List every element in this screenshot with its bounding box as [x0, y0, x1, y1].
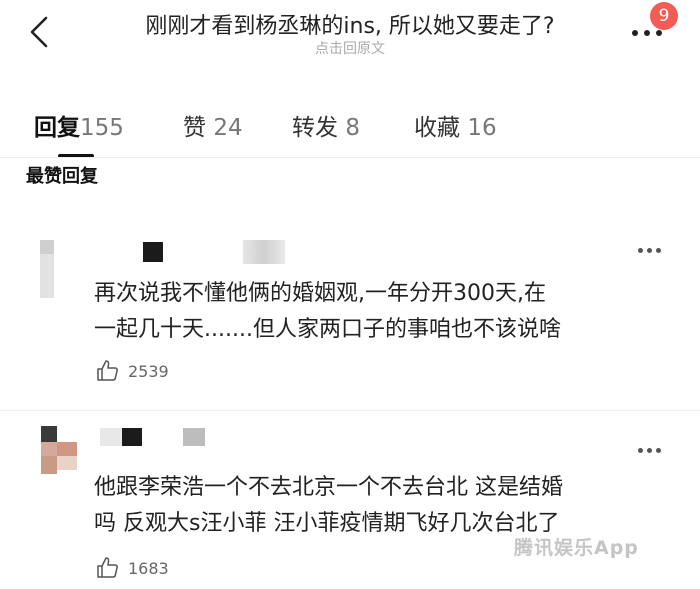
tab-count: 24	[213, 115, 243, 141]
chevron-left-icon	[30, 16, 48, 48]
page-title[interactable]: 刚刚才看到杨丞琳的ins, 所以她又要走了?	[60, 8, 640, 40]
comment-line: 再次说我不懂他俩的婚姻观,一年分开300天,在	[94, 281, 546, 306]
username-mask	[243, 240, 285, 264]
avatar-pixel	[57, 442, 77, 456]
notification-badge[interactable]: 9	[650, 2, 678, 30]
comment-line: 他跟李荣浩一个不去北京一个不去台北 这是结婚	[94, 475, 563, 500]
tab-count: 155	[80, 115, 124, 141]
tab-label: 收藏	[414, 115, 460, 141]
tab-label: 转发	[292, 115, 338, 141]
tab-bar: 回复155 赞 24 转发 8 收藏 16	[0, 100, 700, 156]
username-mask	[183, 428, 205, 446]
more-dot-icon	[656, 30, 662, 36]
tab-label: 赞	[183, 115, 206, 141]
tab-label: 回复	[34, 115, 80, 141]
more-dot-icon	[647, 248, 652, 253]
avatar-pixel	[40, 240, 54, 254]
thumbs-up-icon	[97, 557, 118, 578]
tab-count: 8	[345, 115, 360, 141]
avatar[interactable]	[30, 424, 86, 484]
more-dot-icon	[656, 248, 661, 253]
like-count: 2539	[128, 361, 169, 381]
section-title: 最赞回复	[26, 166, 98, 187]
back-button[interactable]	[22, 12, 62, 52]
more-dot-icon	[644, 30, 650, 36]
divider	[0, 410, 700, 411]
avatar-pixel	[40, 254, 54, 298]
username-mask	[100, 428, 122, 446]
avatar[interactable]	[30, 240, 86, 300]
watermark: 腾讯娱乐App	[514, 537, 639, 559]
divider	[0, 157, 700, 158]
avatar-pixel	[41, 442, 57, 456]
avatar-pixel	[41, 456, 57, 474]
tab-replies[interactable]: 回复155	[34, 108, 124, 142]
more-dot-icon	[647, 448, 652, 453]
avatar-pixel	[57, 456, 77, 470]
tab-favorites[interactable]: 收藏 16	[414, 108, 497, 142]
tab-reposts[interactable]: 转发 8	[292, 108, 360, 142]
more-dot-icon	[638, 448, 643, 453]
view-original-link[interactable]: 点击回原文	[60, 38, 640, 58]
comment-more-button[interactable]	[636, 446, 666, 456]
like-button[interactable]: 2539	[96, 358, 169, 384]
comment-line: 一起几十天.......但人家两口子的事咱也不该说啥	[94, 317, 561, 342]
comment-more-button[interactable]	[636, 246, 666, 256]
like-count: 1683	[128, 558, 169, 578]
username-mask[interactable]	[122, 428, 142, 446]
username-mask[interactable]	[143, 242, 163, 262]
avatar-pixel	[41, 426, 57, 442]
top-bar: 刚刚才看到杨丞琳的ins, 所以她又要走了? 点击回原文 9	[0, 0, 700, 70]
tab-count: 16	[467, 115, 497, 141]
tab-likes[interactable]: 赞 24	[183, 108, 243, 142]
like-button[interactable]: 1683	[96, 555, 169, 581]
thumbs-up-icon	[97, 360, 118, 381]
more-dot-icon	[656, 448, 661, 453]
more-dot-icon	[638, 248, 643, 253]
comment-text: 再次说我不懂他俩的婚姻观,一年分开300天,在 一起几十天.......但人家两…	[94, 276, 664, 348]
comment-text: 他跟李荣浩一个不去北京一个不去台北 这是结婚 吗 反观大s汪小菲 汪小菲疫情期飞…	[94, 470, 664, 542]
more-dot-icon	[632, 30, 638, 36]
